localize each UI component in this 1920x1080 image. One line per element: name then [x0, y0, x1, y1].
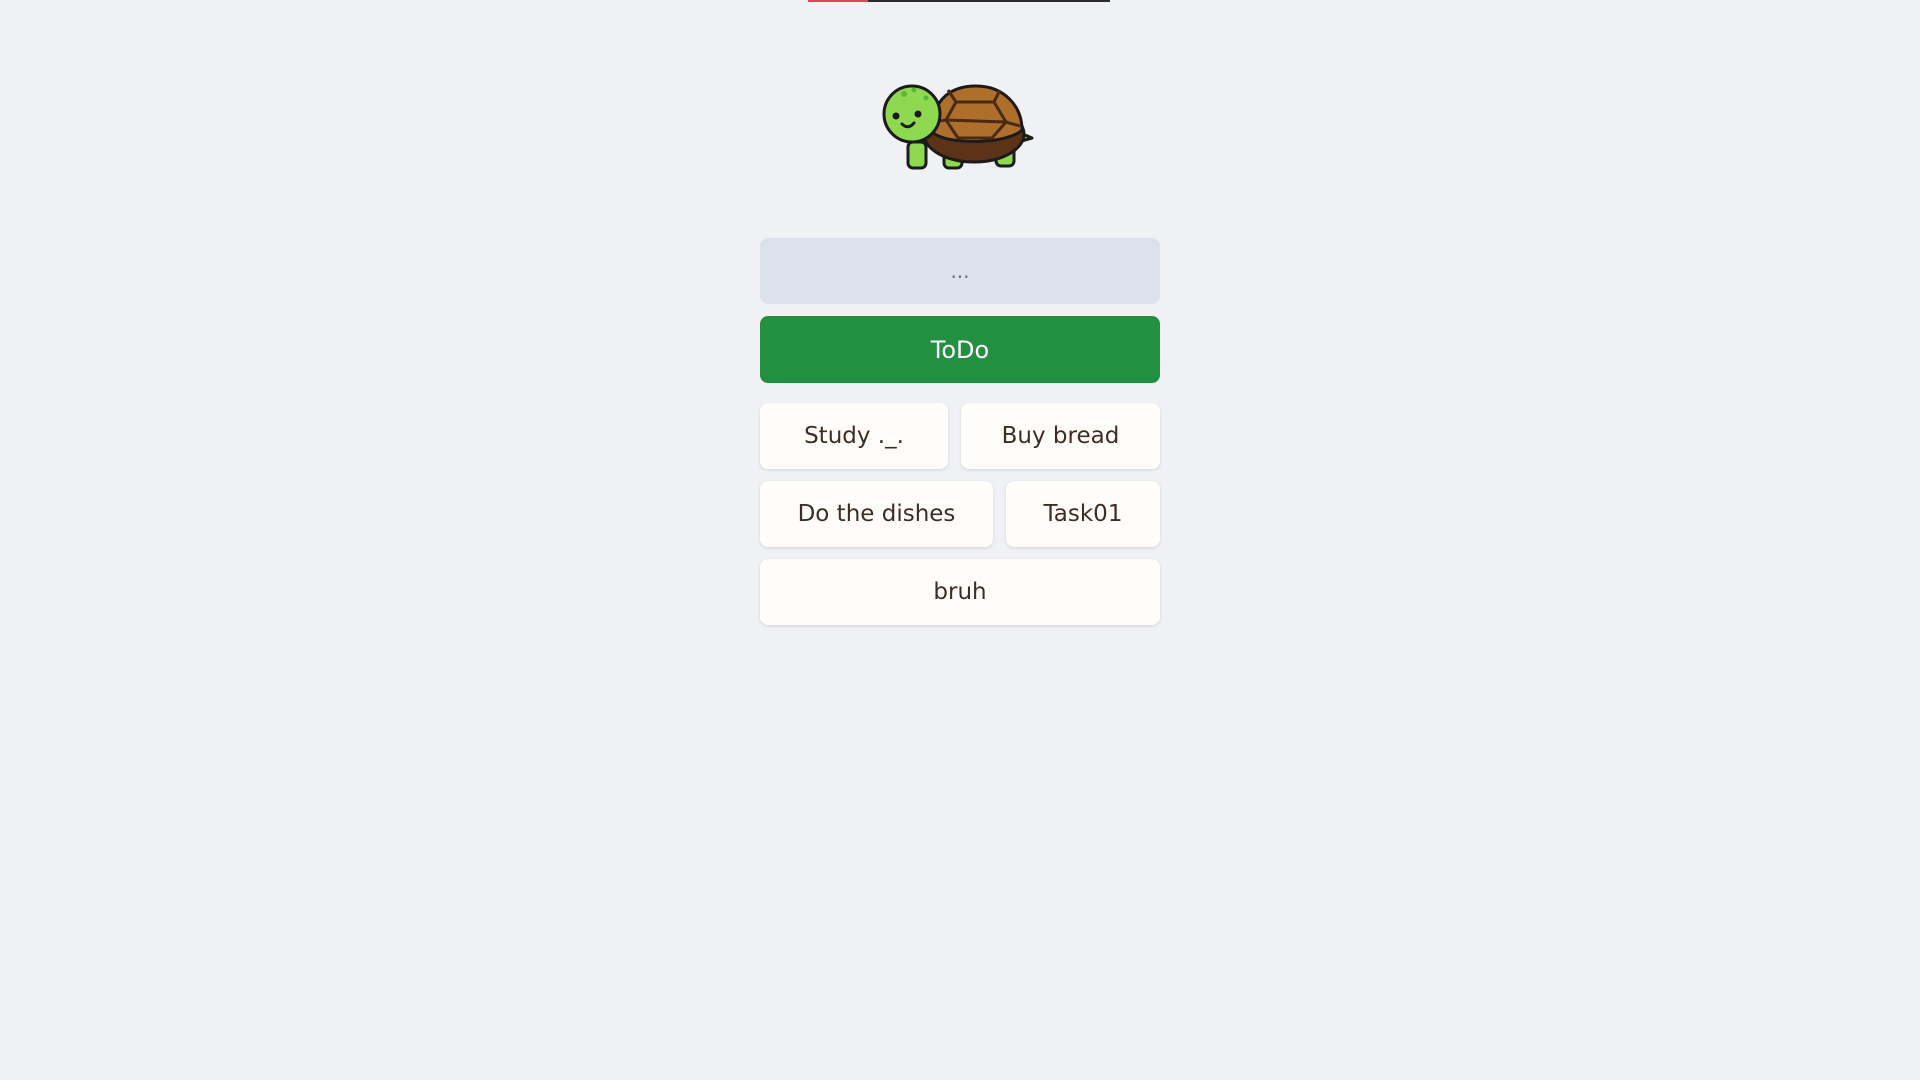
- progress-bar-fill: [808, 0, 869, 2]
- add-todo-button[interactable]: ToDo: [760, 316, 1160, 383]
- task-list: Study ._. Buy bread Do the dishes Task01…: [760, 403, 1160, 625]
- task-item[interactable]: Buy bread: [961, 403, 1160, 469]
- task-item[interactable]: Do the dishes: [760, 481, 993, 547]
- todo-panel: ToDo Study ._. Buy bread Do the dishes T…: [760, 238, 1160, 625]
- task-item[interactable]: Study ._.: [760, 403, 948, 469]
- task-row: Do the dishes Task01: [760, 481, 1160, 547]
- progress-bar: [808, 0, 1110, 2]
- task-item[interactable]: Task01: [1006, 481, 1160, 547]
- turtle-icon: [882, 84, 1034, 170]
- task-row: bruh: [760, 559, 1160, 625]
- task-row: Study ._. Buy bread: [760, 403, 1160, 469]
- task-item[interactable]: bruh: [760, 559, 1160, 625]
- task-input[interactable]: [760, 238, 1160, 304]
